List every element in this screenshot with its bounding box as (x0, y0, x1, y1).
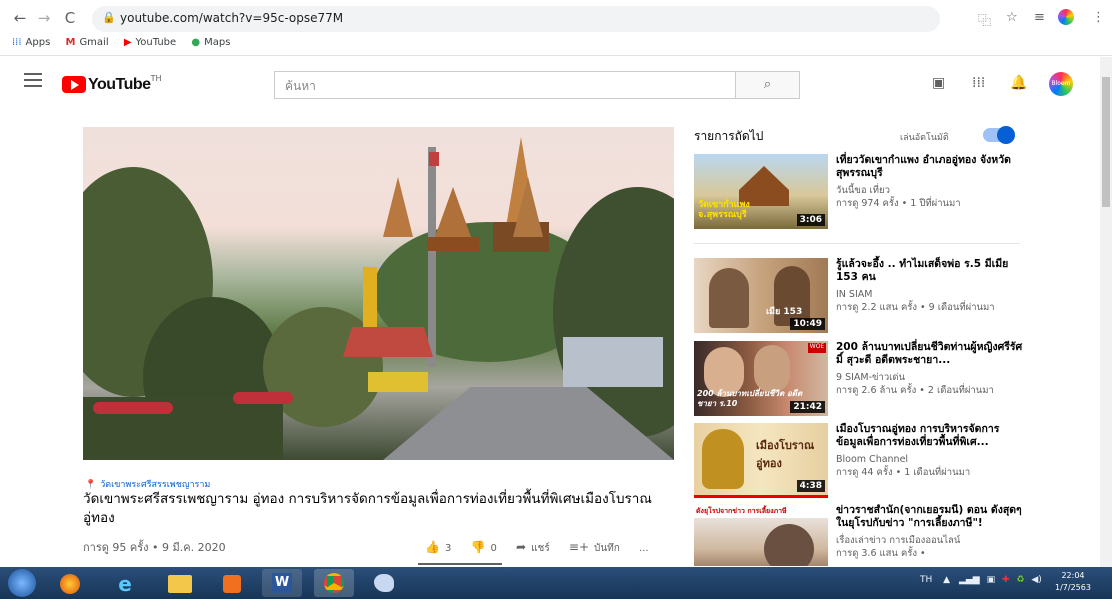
address-bar[interactable]: 🔒 youtube.com/watch?v=95c-opse77M (92, 6, 940, 32)
volume-icon[interactable]: ◀) (1031, 575, 1041, 585)
up-next-video[interactable]: เมีย 153 10:49 รู้แล้วจะอึ้ง .. ทำไมเสด็… (694, 258, 1024, 336)
word-icon[interactable]: W (262, 569, 302, 597)
location-pin-icon: 📍 (85, 480, 97, 490)
up-next-video[interactable]: ดังยุโรปจากข่าว การเลี้ยงภาษี ข่าวราชสำน… (694, 504, 1024, 566)
star-icon[interactable]: ☆ (1006, 10, 1018, 25)
thumbs-up-icon: 👍 (425, 540, 440, 554)
dislike-button[interactable]: 👎 0 (471, 540, 497, 554)
playlist-add-icon: ≡+ (568, 540, 589, 554)
file-explorer-icon[interactable] (160, 569, 200, 597)
video-thumbnail[interactable]: WOE 200 ล้านบาทเปลี่ยนชีวิต อดีตชายา ร.1… (694, 341, 828, 416)
reload-icon[interactable]: C (60, 8, 80, 28)
search-icon: ⌕ (763, 77, 772, 92)
video-card-meta: การดู 44 ครั้ง • 1 เดือนที่ผ่านมา (836, 467, 971, 478)
chrome-icon[interactable] (314, 569, 354, 597)
page-scrollbar[interactable] (1100, 57, 1112, 567)
apps-grid-icon: ⁞⁞⁞ (12, 37, 22, 48)
video-card-meta: การดู 2.2 แสน ครั้ง • 9 เดือนที่ผ่านมา (836, 302, 995, 313)
video-card-title: 200 ล้านบาทเปลี่ยนชีวิตท่านผู้หญิงศรีรัศ… (836, 341, 1023, 366)
up-next-heading: รายการถัดไป (694, 129, 764, 143)
video-card-channel: Bloom Channel (836, 454, 909, 465)
account-avatar[interactable]: Bloom (1049, 72, 1073, 96)
lock-icon: 🔒 (102, 11, 116, 24)
video-duration: 4:38 (796, 480, 825, 492)
video-card-channel: 9 SIAM-ข่าวเด่น (836, 372, 906, 383)
like-button[interactable]: 👍 3 (425, 540, 451, 554)
divider (694, 243, 1020, 244)
apps-grid-icon[interactable]: ⁞⁞⁞ (972, 75, 985, 91)
start-button[interactable] (8, 569, 36, 597)
windows-taskbar: e W TH ▲ ▂▄▆ ▣ ✚ ♻ ◀) 22:04 1/7/2563 (0, 567, 1112, 599)
system-clock[interactable]: 22:04 1/7/2563 (1055, 570, 1091, 594)
bookmarks-bar: ⁞⁞⁞ Apps M Gmail ▶ YouTube ● Maps (12, 37, 242, 53)
back-arrow-icon[interactable]: ← (10, 8, 30, 28)
forward-arrow-icon[interactable]: → (34, 8, 54, 28)
save-button[interactable]: ≡+ บันทึก (569, 540, 620, 556)
reading-list-icon[interactable]: ≡ (1034, 10, 1045, 25)
browser-chrome: ← → C 🔒 youtube.com/watch?v=95c-opse77M … (0, 0, 1112, 56)
profile-avatar[interactable] (1058, 9, 1074, 25)
video-card-meta: การดู 3.6 แสน ครั้ง • (836, 548, 926, 559)
share-button[interactable]: ➦ แชร์ (516, 540, 550, 556)
video-duration: 10:49 (790, 318, 825, 330)
video-card-title: ข่าวราชสำนัก(จากเยอรมนี) ตอน ดังสุดๆในยุ… (836, 504, 1022, 529)
video-player[interactable] (83, 127, 674, 460)
bookmark-maps[interactable]: ● Maps (191, 37, 230, 48)
youtube-logo[interactable]: YouTubeTH (62, 74, 161, 94)
internet-explorer-icon[interactable]: e (105, 569, 145, 597)
firefox-icon[interactable] (50, 569, 90, 597)
video-card-channel: IN SIAM (836, 289, 873, 300)
video-card-title: เที่ยววัดเขากำแพง อำเภออู่ทอง จังหวัดสุพ… (836, 154, 1011, 179)
search-input[interactable]: ค้นหา (274, 71, 736, 99)
video-thumbnail[interactable]: เมืองโบราณ อู่ทอง 4:38 (694, 423, 828, 498)
bookmark-apps[interactable]: ⁞⁞⁞ Apps (12, 37, 50, 48)
like-ratio-bar (418, 563, 502, 565)
share-arrow-icon: ➦ (516, 540, 527, 554)
up-next-video[interactable]: เมืองโบราณ อู่ทอง 4:38 เมืองโบราณอู่ทอง … (694, 423, 1024, 501)
notifications-bell-icon[interactable]: 🔔 (1010, 75, 1027, 91)
video-thumbnail[interactable]: วัดเขากำแพง จ.สุพรรณบุรี 3:06 (694, 154, 828, 229)
video-title: วัดเขาพระศรีสรรเพชญาราม อู่ทอง การบริหาร… (83, 491, 652, 526)
more-actions-button[interactable]: ... (639, 543, 649, 554)
address-url[interactable]: youtube.com/watch?v=95c-opse77M (120, 11, 343, 25)
video-card-channel: วันนี้ขอ เที่ยว (836, 185, 890, 196)
video-thumbnail[interactable]: ดังยุโรปจากข่าว การเลี้ยงภาษี (694, 504, 828, 566)
bookmark-youtube[interactable]: ▶ YouTube (124, 37, 176, 48)
kebab-menu-icon[interactable]: ⋮ (1092, 10, 1105, 25)
thumbs-down-icon: 👎 (470, 540, 486, 554)
video-views-date: การดู 95 ครั้ง • 9 มี.ค. 2020 (83, 541, 226, 554)
tray-arrow-icon[interactable]: ▲ (943, 575, 950, 585)
video-duration: 3:06 (796, 214, 825, 226)
shield-icon[interactable]: ✚ (1002, 575, 1010, 585)
create-video-icon[interactable]: ▣ (932, 75, 945, 91)
search-button[interactable]: ⌕ (736, 71, 800, 99)
network-icon[interactable]: ▣ (987, 575, 996, 585)
video-location-tag[interactable]: 📍 วัดเขาพระศรีสรรเพชญาราม (85, 477, 210, 491)
maps-pin-icon: ● (191, 37, 201, 48)
up-next-video[interactable]: WOE 200 ล้านบาทเปลี่ยนชีวิต อดีตชายา ร.1… (694, 341, 1024, 419)
video-card-meta: การดู 974 ครั้ง • 1 ปีที่ผ่านมา (836, 198, 961, 209)
autoplay-label: เล่นอัตโนมัติ (900, 133, 949, 143)
video-thumbnail[interactable]: เมีย 153 10:49 (694, 258, 828, 333)
video-card-title: เมืองโบราณอู่ทอง การบริหารจัดการข้อมูลเพ… (836, 423, 1000, 448)
bookmark-gmail[interactable]: M Gmail (65, 37, 108, 48)
hamburger-menu-icon[interactable] (24, 73, 42, 87)
video-card-meta: การดู 2.6 ล้าน ครั้ง • 2 เดือนที่ผ่านมา (836, 385, 994, 396)
signal-icon[interactable]: ▂▄▆ (959, 575, 980, 585)
youtube-icon: ▶ (123, 37, 132, 48)
media-player-icon[interactable] (212, 569, 252, 597)
sync-icon[interactable]: ♻ (1016, 575, 1024, 585)
up-next-video[interactable]: วัดเขากำแพง จ.สุพรรณบุรี 3:06 เที่ยววัดเ… (694, 154, 1024, 232)
translate-icon[interactable]: ⿻ (978, 10, 991, 29)
gmail-icon: M (65, 37, 76, 48)
system-tray: TH ▲ ▂▄▆ ▣ ✚ ♻ ◀) (920, 575, 1042, 585)
video-duration: 21:42 (790, 401, 825, 413)
youtube-header: YouTubeTH ค้นหา ⌕ ▣ ⁞⁞⁞ 🔔 Bloom (0, 57, 1100, 109)
youtube-play-icon (62, 76, 86, 93)
video-card-channel: เรื่องเล่าข่าว การเมืองออนไลน์ (836, 535, 961, 546)
autoplay-toggle[interactable] (983, 126, 1015, 144)
video-card-title: รู้แล้วจะอึ้ง .. ทำไมเสด็จพ่อ ร.5 มีเมีย… (836, 258, 1009, 283)
paint-icon[interactable] (364, 569, 404, 597)
video-actions: 👍 3 👎 0 ➦ แชร์ ≡+ บันทึก ... (425, 540, 665, 556)
